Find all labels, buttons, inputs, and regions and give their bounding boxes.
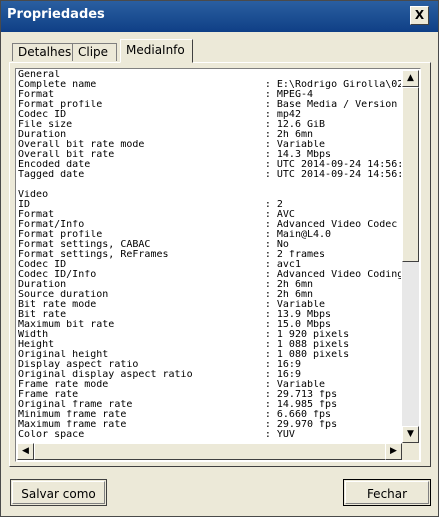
mediainfo-line: Frame rate : 29.713 fps	[18, 390, 338, 400]
mediainfo-line: Width : 1 920 pixels	[18, 330, 350, 340]
mediainfo-line: Encoded date : UTC 2014-09-24 14:56:03	[18, 160, 401, 170]
mediainfo-line: Color space : YUV	[18, 430, 295, 440]
scroll-up-button[interactable]: ▲	[402, 70, 419, 87]
mediainfo-line: General	[18, 70, 61, 80]
mediainfo-line: Format : AVC	[18, 210, 295, 220]
window-title: Propriedades	[7, 7, 105, 22]
scrollbar-corner	[402, 443, 419, 460]
mediainfo-line	[18, 180, 401, 190]
tab-detalhes[interactable]: Detalhes	[12, 43, 73, 61]
mediainfo-line: Format settings, ReFrames : 2 frames	[18, 250, 326, 260]
mediainfo-line: Format profile : Main@L4.0	[18, 230, 332, 240]
properties-window: Propriedades X Detalhes Clipe MediaInfo …	[0, 0, 439, 517]
mediainfo-line: Bit rate : 13.9 Mbps	[18, 310, 332, 320]
mediainfo-line: Original frame rate : 14.985 fps	[18, 400, 338, 410]
mediainfo-line: Tagged date : UTC 2014-09-24 14:56:03	[18, 170, 401, 180]
mediainfo-line: Overall bit rate mode : Variable	[18, 140, 326, 150]
mediainfo-textbox[interactable]: General Complete name : E:\Rodrigo Giroll…	[15, 68, 421, 462]
tab-mediainfo[interactable]: MediaInfo	[120, 39, 193, 63]
mediainfo-line: Duration : 2h 6mn	[18, 130, 314, 140]
vertical-scroll-thumb[interactable]	[402, 87, 419, 262]
vertical-scrollbar[interactable]: ▲ ▼	[402, 70, 419, 443]
mediainfo-line: Minimum frame rate : 6.660 fps	[18, 410, 332, 420]
mediainfo-line: Codec ID : avc1	[18, 260, 301, 270]
save-as-button[interactable]: Salvar como	[10, 479, 107, 506]
horizontal-scroll-thumb[interactable]	[34, 443, 388, 460]
mediainfo-line: Format : MPEG-4	[18, 90, 314, 100]
close-button[interactable]: Fechar	[343, 479, 431, 506]
mediainfo-line: Codec ID : mp42	[18, 110, 301, 120]
mediainfo-line: Format profile : Base Media / Version 2	[18, 100, 401, 110]
mediainfo-line: Complete name : E:\Rodrigo Girolla\02 DV…	[18, 80, 401, 90]
mediainfo-line: ID : 2	[18, 200, 283, 210]
save-as-button-face: Salvar como	[12, 481, 105, 504]
scroll-left-button[interactable]: ◀	[17, 443, 34, 460]
mediainfo-line: Format settings, CABAC : No	[18, 240, 289, 250]
close-button-face: Fechar	[345, 481, 429, 504]
mediainfo-line: Maximum frame rate : 29.970 fps	[18, 420, 338, 430]
mediainfo-line: Bit rate mode : Variable	[18, 300, 326, 310]
mediainfo-line: Original height : 1 080 pixels	[18, 350, 350, 360]
mediainfo-line: Frame rate mode : Variable	[18, 380, 326, 390]
mediainfo-line: Video	[18, 190, 49, 200]
mediainfo-line: Codec ID/Info : Advanced Video Coding	[18, 270, 401, 280]
tab-clipe[interactable]: Clipe	[72, 43, 117, 61]
mediainfo-content: General Complete name : E:\Rodrigo Giroll…	[17, 70, 401, 443]
scroll-right-button[interactable]: ▶	[385, 443, 402, 460]
mediainfo-lines: General Complete name : E:\Rodrigo Giroll…	[17, 70, 401, 440]
mediainfo-line: Source duration : 2h 6mn	[18, 290, 314, 300]
mediainfo-line: Format/Info : Advanced Video Codec	[18, 220, 398, 230]
scroll-down-button[interactable]: ▼	[402, 426, 419, 443]
horizontal-scrollbar[interactable]: ◀ ▶	[17, 443, 402, 460]
mediainfo-line: Duration : 2h 6mn	[18, 280, 314, 290]
mediainfo-line: Original display aspect ratio : 16:9	[18, 370, 301, 380]
mediainfo-line: File size : 12.6 GiB	[18, 120, 326, 130]
close-window-button[interactable]: X	[410, 6, 429, 25]
mediainfo-line: Overall bit rate : 14.3 Mbps	[18, 150, 332, 160]
title-bar[interactable]: Propriedades X	[1, 1, 438, 32]
mediainfo-line: Maximum bit rate : 15.0 Mbps	[18, 320, 332, 330]
mediainfo-line: Display aspect ratio : 16:9	[18, 360, 301, 370]
mediainfo-line: Height : 1 088 pixels	[18, 340, 350, 350]
